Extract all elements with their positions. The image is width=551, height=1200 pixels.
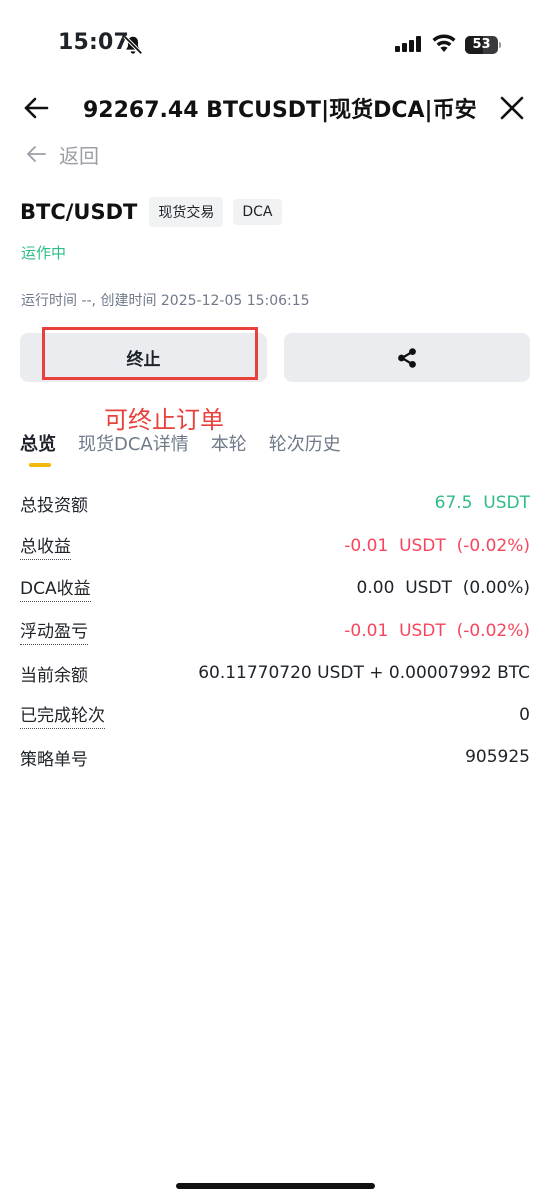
arrow-left-icon[interactable] bbox=[22, 94, 50, 122]
arrow-left-icon bbox=[27, 146, 46, 162]
row-label: 总投资额 bbox=[20, 495, 88, 516]
tab-overview[interactable]: 总览 bbox=[20, 430, 56, 456]
pair-name: BTC/USDT bbox=[20, 200, 138, 224]
row-label[interactable]: 已完成轮次 bbox=[20, 701, 105, 729]
row-floating-pnl: 浮动盈亏 -0.01 USDT (-0.02%) bbox=[20, 617, 530, 645]
share-icon bbox=[398, 347, 416, 368]
cellular-signal-icon bbox=[395, 36, 421, 52]
row-label[interactable]: 总收益 bbox=[20, 532, 71, 560]
row-label[interactable]: 浮动盈亏 bbox=[20, 617, 88, 645]
tag-spot: 现货交易 bbox=[149, 197, 224, 227]
close-icon[interactable] bbox=[498, 94, 526, 122]
row-value: 905925 bbox=[465, 747, 530, 767]
tag-dca: DCA bbox=[233, 199, 282, 225]
tab-dca-details[interactable]: 现货DCA详情 bbox=[78, 430, 189, 456]
row-total-investment: 总投资额 67.5 USDT bbox=[20, 490, 530, 516]
row-value: 67.5 USDT bbox=[434, 493, 530, 513]
share-button[interactable] bbox=[284, 333, 530, 382]
wifi-icon bbox=[432, 34, 456, 52]
back-link[interactable]: 返回 bbox=[25, 140, 99, 168]
row-label: 当前余额 bbox=[20, 665, 88, 686]
status-bar: 15:07 53 bbox=[0, 0, 551, 90]
row-value: 60.11770720 USDT + 0.00007992 BTC bbox=[198, 663, 530, 683]
row-value: -0.01 USDT (-0.02%) bbox=[344, 536, 530, 556]
row-value: 0 bbox=[519, 705, 530, 725]
home-indicator[interactable] bbox=[176, 1183, 375, 1189]
stop-button[interactable]: 终止 bbox=[20, 333, 267, 382]
pair-header: BTC/USDT 现货交易 DCA bbox=[20, 196, 292, 228]
active-tab-indicator bbox=[29, 463, 51, 467]
row-value: -0.01 USDT (-0.02%) bbox=[344, 621, 530, 641]
battery-icon: 53 bbox=[465, 36, 501, 54]
row-total-profit: 总收益 -0.01 USDT (-0.02%) bbox=[20, 532, 530, 560]
tab-round-history[interactable]: 轮次历史 bbox=[269, 430, 341, 456]
battery-level: 53 bbox=[472, 37, 491, 52]
row-completed-rounds: 已完成轮次 0 bbox=[20, 701, 530, 729]
status-time: 15:07 bbox=[58, 30, 130, 55]
row-dca-profit: DCA收益 0.00 USDT (0.00%) bbox=[20, 574, 530, 602]
row-label[interactable]: DCA收益 bbox=[20, 574, 91, 602]
tab-current-round[interactable]: 本轮 bbox=[211, 430, 247, 456]
run-time-info: 运行时间 --, 创建时间 2025-12-05 15:06:15 bbox=[21, 293, 310, 309]
row-current-balance: 当前余额 60.11770720 USDT + 0.00007992 BTC bbox=[20, 660, 530, 686]
status-badge: 运作中 bbox=[21, 244, 67, 262]
row-label: 策略单号 bbox=[20, 749, 88, 770]
row-strategy-id: 策略单号 905925 bbox=[20, 744, 530, 770]
tab-bar: 总览 现货DCA详情 本轮 轮次历史 bbox=[20, 428, 363, 458]
page-title: 92267.44 BTCUSDT|现货DCA|币安 bbox=[83, 98, 477, 123]
back-label: 返回 bbox=[59, 143, 99, 168]
row-value: 0.00 USDT (0.00%) bbox=[356, 578, 530, 598]
bell-slash-icon bbox=[123, 35, 143, 55]
